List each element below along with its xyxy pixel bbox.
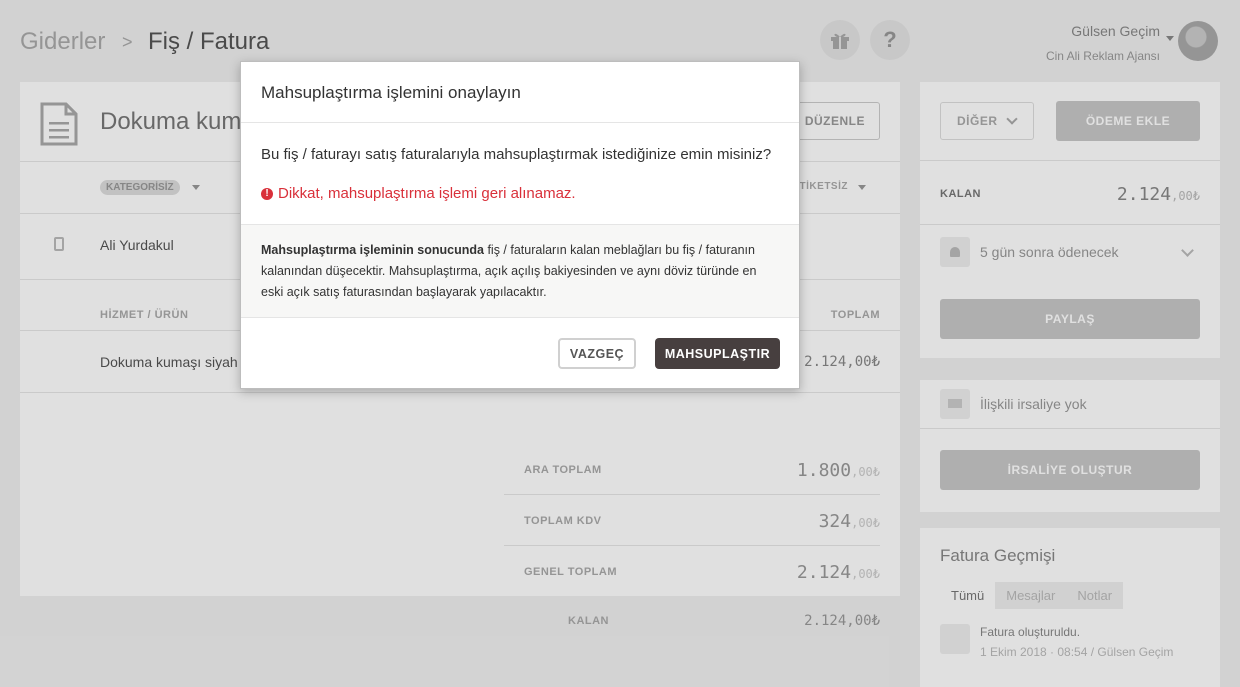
info-bold: Mahsuplaştırma işleminin sonucunda <box>261 243 484 257</box>
confirm-offset-button[interactable]: MAHSUPLAŞTIR <box>655 338 780 369</box>
warning-icon: ! <box>261 187 273 200</box>
dialog-info: Mahsuplaştırma işleminin sonucunda fiş /… <box>241 224 799 318</box>
dialog-header: Mahsuplaştırma işlemini onaylayın <box>241 62 799 123</box>
warning-text: Dikkat, mahsuplaştırma işlemi geri alına… <box>278 185 576 202</box>
dialog-title: Mahsuplaştırma işlemini onaylayın <box>261 83 521 102</box>
cancel-button[interactable]: VAZGEÇ <box>558 338 636 369</box>
confirm-offset-dialog: Mahsuplaştırma işlemini onaylayın Bu fiş… <box>240 61 800 389</box>
dialog-warning: ! Dikkat, mahsuplaştırma işlemi geri alı… <box>261 185 576 202</box>
dialog-question: Bu fiş / faturayı satış faturalarıyla ma… <box>261 146 772 163</box>
